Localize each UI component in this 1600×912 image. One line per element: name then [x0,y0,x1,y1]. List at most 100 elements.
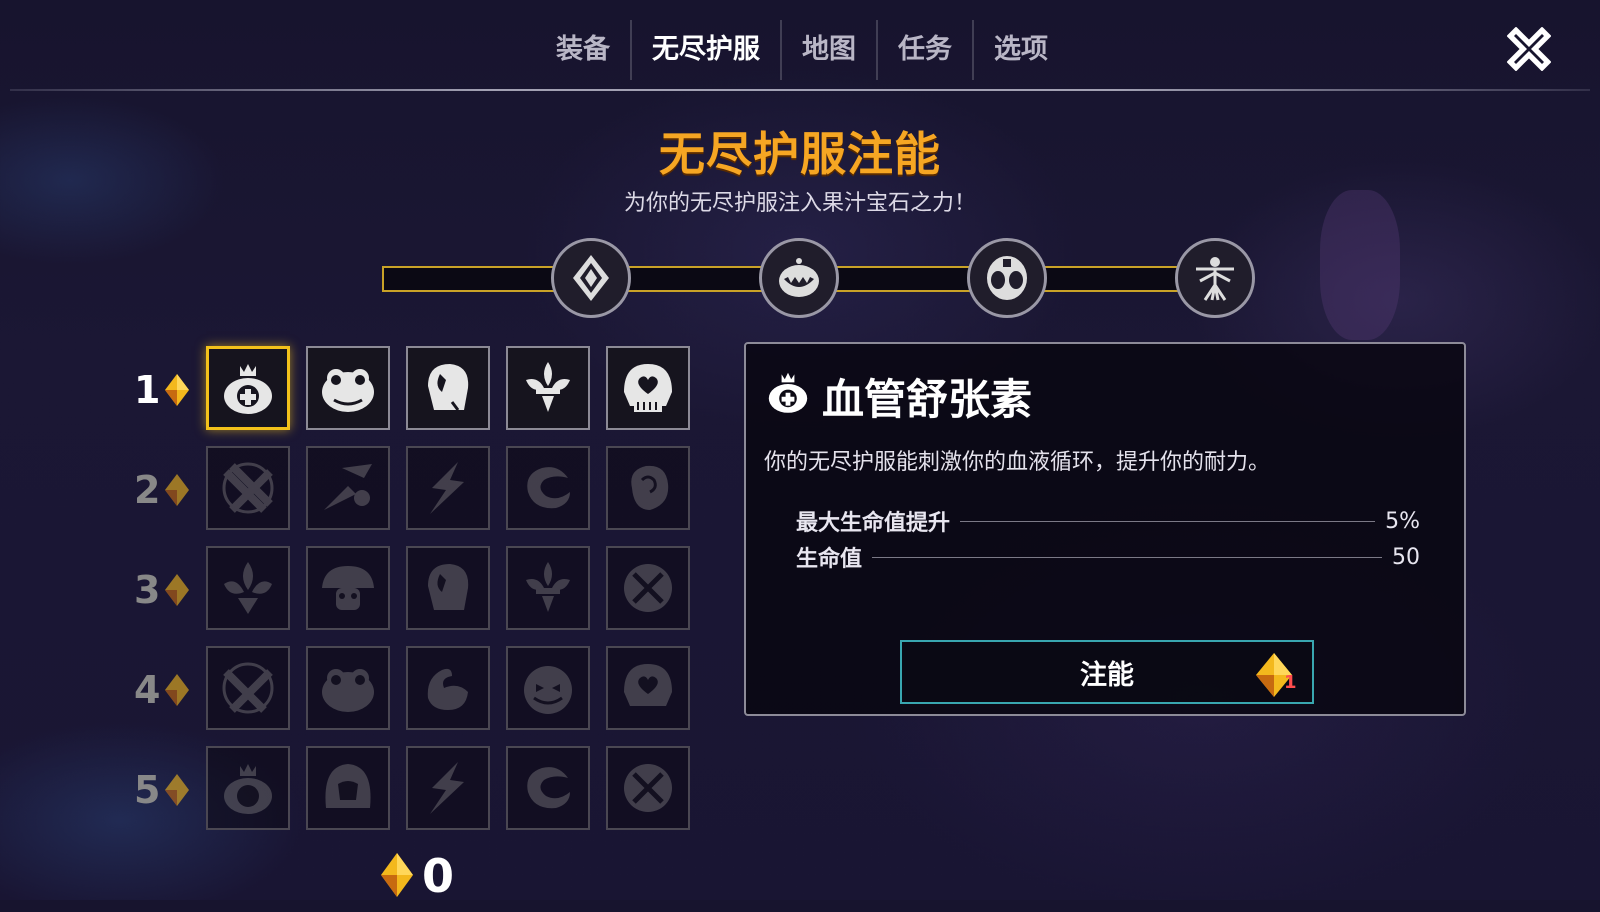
pumpkin-face-icon [524,666,572,714]
tab-endless-suit[interactable]: 无尽护服 [632,20,782,80]
fleur-emblem-icon [526,362,570,412]
gem-currency-counter: 0 [380,852,454,912]
crossed-utensils-icon [222,662,274,714]
juice-gem-icon [165,674,190,706]
mod-cell-5-5[interactable] [606,746,690,830]
frog-face-icon [322,369,374,412]
skull-mask-icon [428,364,469,411]
juice-gem-icon [381,853,413,897]
progress-node-4 [1175,238,1255,318]
mod-cell-2-1[interactable] [206,446,290,530]
mod-cell-5-3[interactable] [406,746,490,830]
row-label-3: 3 [134,568,194,612]
row-label-4: 4 [134,668,194,712]
mod-cell-4-2[interactable] [306,646,390,730]
medic-crown-icon [224,764,272,814]
mod-detail-panel: 血管舒张素 你的无尽护服能刺激你的血液循环，提升你的耐力。 最大生命值提升 5%… [744,342,1466,716]
row-number: 3 [134,568,161,612]
mod-cell-3-2[interactable] [306,546,390,630]
tab-options[interactable]: 选项 [974,20,1068,80]
heart-helmet-icon [624,364,672,412]
row-number: 2 [134,468,161,512]
mod-cell-2-3[interactable] [406,446,490,530]
mod-title: 血管舒张素 [822,375,1033,424]
vitruvian-figure-icon [1196,257,1234,301]
lightning-claw-icon [430,462,464,514]
fleur-emblem-icon [526,562,570,612]
progress-node-1 [551,238,631,318]
page-subtitle: 为你的无尽护服注入果汁宝石之力！ [623,191,976,216]
stat-leader-line [872,556,1382,558]
lightning-claw-icon [430,762,464,814]
mod-cell-3-4[interactable] [506,546,590,630]
top-nav: 装备 无尽护服 地图 任务 选项 [0,0,1600,92]
swirl-dragon-icon [527,467,570,509]
juice-gem-icon [165,774,190,806]
nav-divider [10,89,1590,91]
page-title: 无尽护服注能 [659,127,941,181]
flame-swirl-icon [427,668,468,710]
mod-cell-1-4[interactable] [506,346,590,430]
tab-bar: 装备 无尽护服 地图 任务 选项 [536,20,1068,80]
tab-map[interactable]: 地图 [782,20,878,80]
stat-value: 5% [1385,508,1420,534]
mod-cell-4-1[interactable] [206,646,290,730]
medic-crown-icon [224,364,272,414]
row-number: 1 [134,368,161,412]
mod-description: 你的无尽护服能刺激你的血液循环，提升你的耐力。 [764,450,1271,475]
stat-label: 最大生命值提升 [796,511,951,536]
crossed-utensils-icon [222,462,274,514]
mod-cell-1-3[interactable] [406,346,490,430]
mod-cell-1-2[interactable] [306,346,390,430]
close-x-icon [1507,27,1551,71]
row-number: 4 [134,668,161,712]
infuse-cost: 1 [1284,672,1297,693]
juice-gem-icon [165,574,190,606]
crossed-shield-icon [624,564,672,612]
mod-cell-3-5[interactable] [606,546,690,630]
progress-node-3 [967,238,1047,318]
stat-value: 50 [1392,544,1420,570]
mod-cell-4-3[interactable] [406,646,490,730]
mod-cell-5-4[interactable] [506,746,590,830]
skull-mask-icon [428,564,469,610]
tab-quests[interactable]: 任务 [878,20,974,80]
swirl-dragon-icon [527,767,570,809]
hooded-face-icon [325,764,371,808]
grinning-face-icon [779,258,819,297]
mod-cell-3-1[interactable] [206,546,290,630]
mod-cell-1-1[interactable] [206,346,290,430]
heart-helmet-icon [624,664,672,706]
row-label-5: 5 [134,768,194,812]
diamond-gem-icon [573,255,609,301]
mod-cell-4-5[interactable] [606,646,690,730]
mod-cell-2-5[interactable] [606,446,690,530]
mod-cell-4-4[interactable] [506,646,590,730]
medic-crown-icon [768,372,808,413]
juice-gem-icon [165,374,190,406]
infuse-button[interactable]: 注能 1 [900,640,1314,704]
tab-equipment[interactable]: 装备 [536,20,632,80]
rocket-burst-icon [324,464,372,510]
juice-gem-icon [165,474,190,506]
crossed-shield-icon [624,764,672,812]
alien-face-icon [987,256,1027,300]
mod-cell-3-3[interactable] [406,546,490,630]
row-label-2: 2 [134,468,194,512]
infuse-button-label: 注能 [1080,659,1134,691]
rose-fist-icon [631,465,669,510]
frog-face-icon [322,669,374,712]
mod-cell-5-1[interactable] [206,746,290,830]
fleur-de-lis-icon [224,562,272,614]
stat-row: 生命值 50 [796,542,1420,573]
stat-row: 最大生命值提升 5% [796,506,1420,537]
mod-cell-2-4[interactable] [506,446,590,530]
mushroom-face-icon [322,566,374,610]
progress-node-2 [759,238,839,318]
gem-count: 0 [422,849,455,903]
close-button[interactable] [1502,22,1556,76]
mod-cell-1-5[interactable] [606,346,690,430]
mod-cell-5-2[interactable] [306,746,390,830]
row-number: 5 [134,768,161,812]
mod-cell-2-2[interactable] [306,446,390,530]
